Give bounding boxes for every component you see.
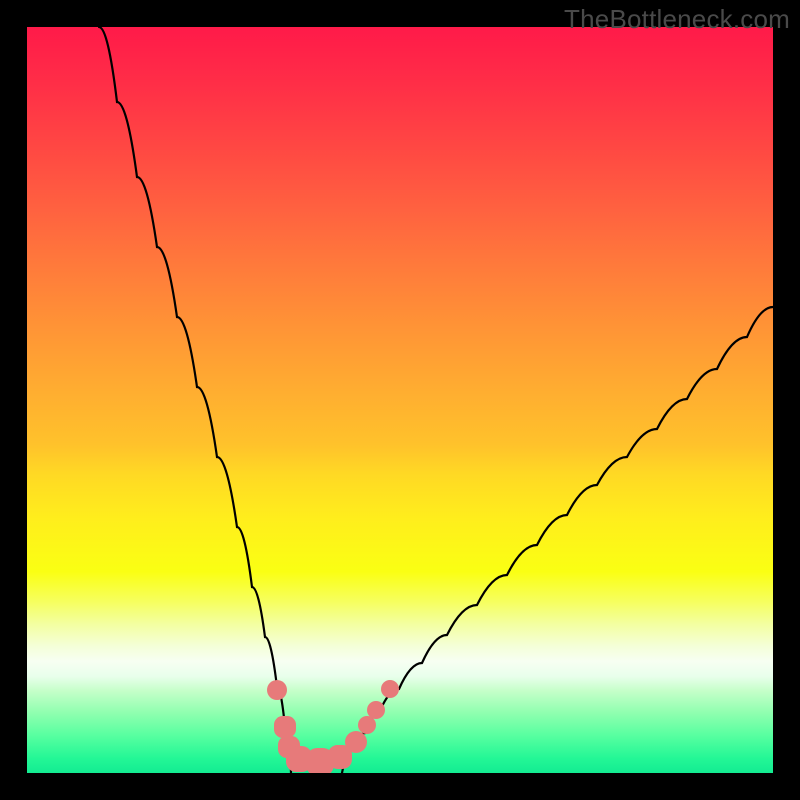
curve-marker bbox=[381, 680, 399, 698]
curve-marker bbox=[358, 716, 376, 734]
chart-area bbox=[27, 27, 773, 773]
right-curve bbox=[342, 307, 773, 773]
curve-marker bbox=[267, 680, 287, 700]
chart-svg bbox=[27, 27, 773, 773]
curve-marker bbox=[367, 701, 385, 719]
curve-marker bbox=[345, 731, 367, 753]
watermark-text: TheBottleneck.com bbox=[564, 4, 790, 35]
curve-marker bbox=[274, 716, 296, 738]
left-curve bbox=[99, 27, 291, 773]
marker-group bbox=[267, 680, 399, 773]
